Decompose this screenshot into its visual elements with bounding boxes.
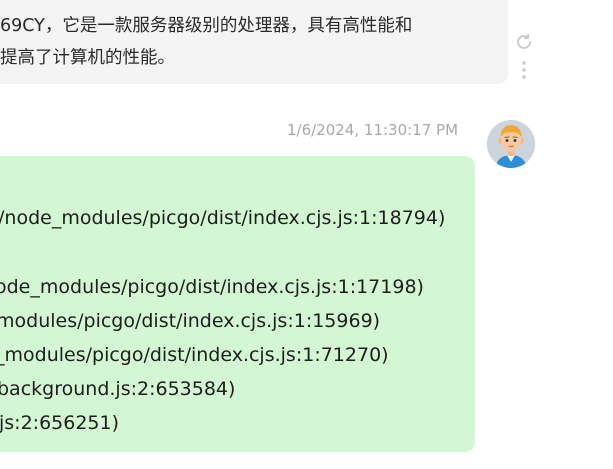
user-message-line: _modules/picgo/dist/index.cjs.js:1:71270… xyxy=(0,344,389,366)
avatar[interactable] xyxy=(487,120,535,168)
user-message-line: modules/picgo/dist/index.cjs.js:1:15969) xyxy=(0,310,381,332)
user-message-line: ode_modules/picgo/dist/index.cjs.js:1:17… xyxy=(0,276,424,298)
vertical-dots-icon[interactable] xyxy=(513,59,535,81)
message-actions xyxy=(513,28,535,81)
assistant-message-line-2: 提高了计算机的性能。 xyxy=(0,48,175,68)
user-message-bubble: /node_modules/picgo/dist/index.cjs.js:1:… xyxy=(0,156,475,452)
message-timestamp: 1/6/2024, 11:30:17 PM xyxy=(287,121,459,139)
assistant-message-line-1: 69CY，它是一款服务器级别的处理器，具有高性能和 xyxy=(0,16,413,36)
chat-view: 69CY，它是一款服务器级别的处理器，具有高性能和 提高了计算机的性能。 1/6… xyxy=(0,0,613,469)
user-message-line: background.js:2:653584) xyxy=(0,378,236,400)
assistant-message-bubble: 69CY，它是一款服务器级别的处理器，具有高性能和 提高了计算机的性能。 xyxy=(0,0,508,84)
user-message-line: /node_modules/picgo/dist/index.cjs.js:1:… xyxy=(0,207,446,229)
user-message-line: js:2:656251) xyxy=(0,412,120,434)
refresh-icon[interactable] xyxy=(513,31,535,53)
